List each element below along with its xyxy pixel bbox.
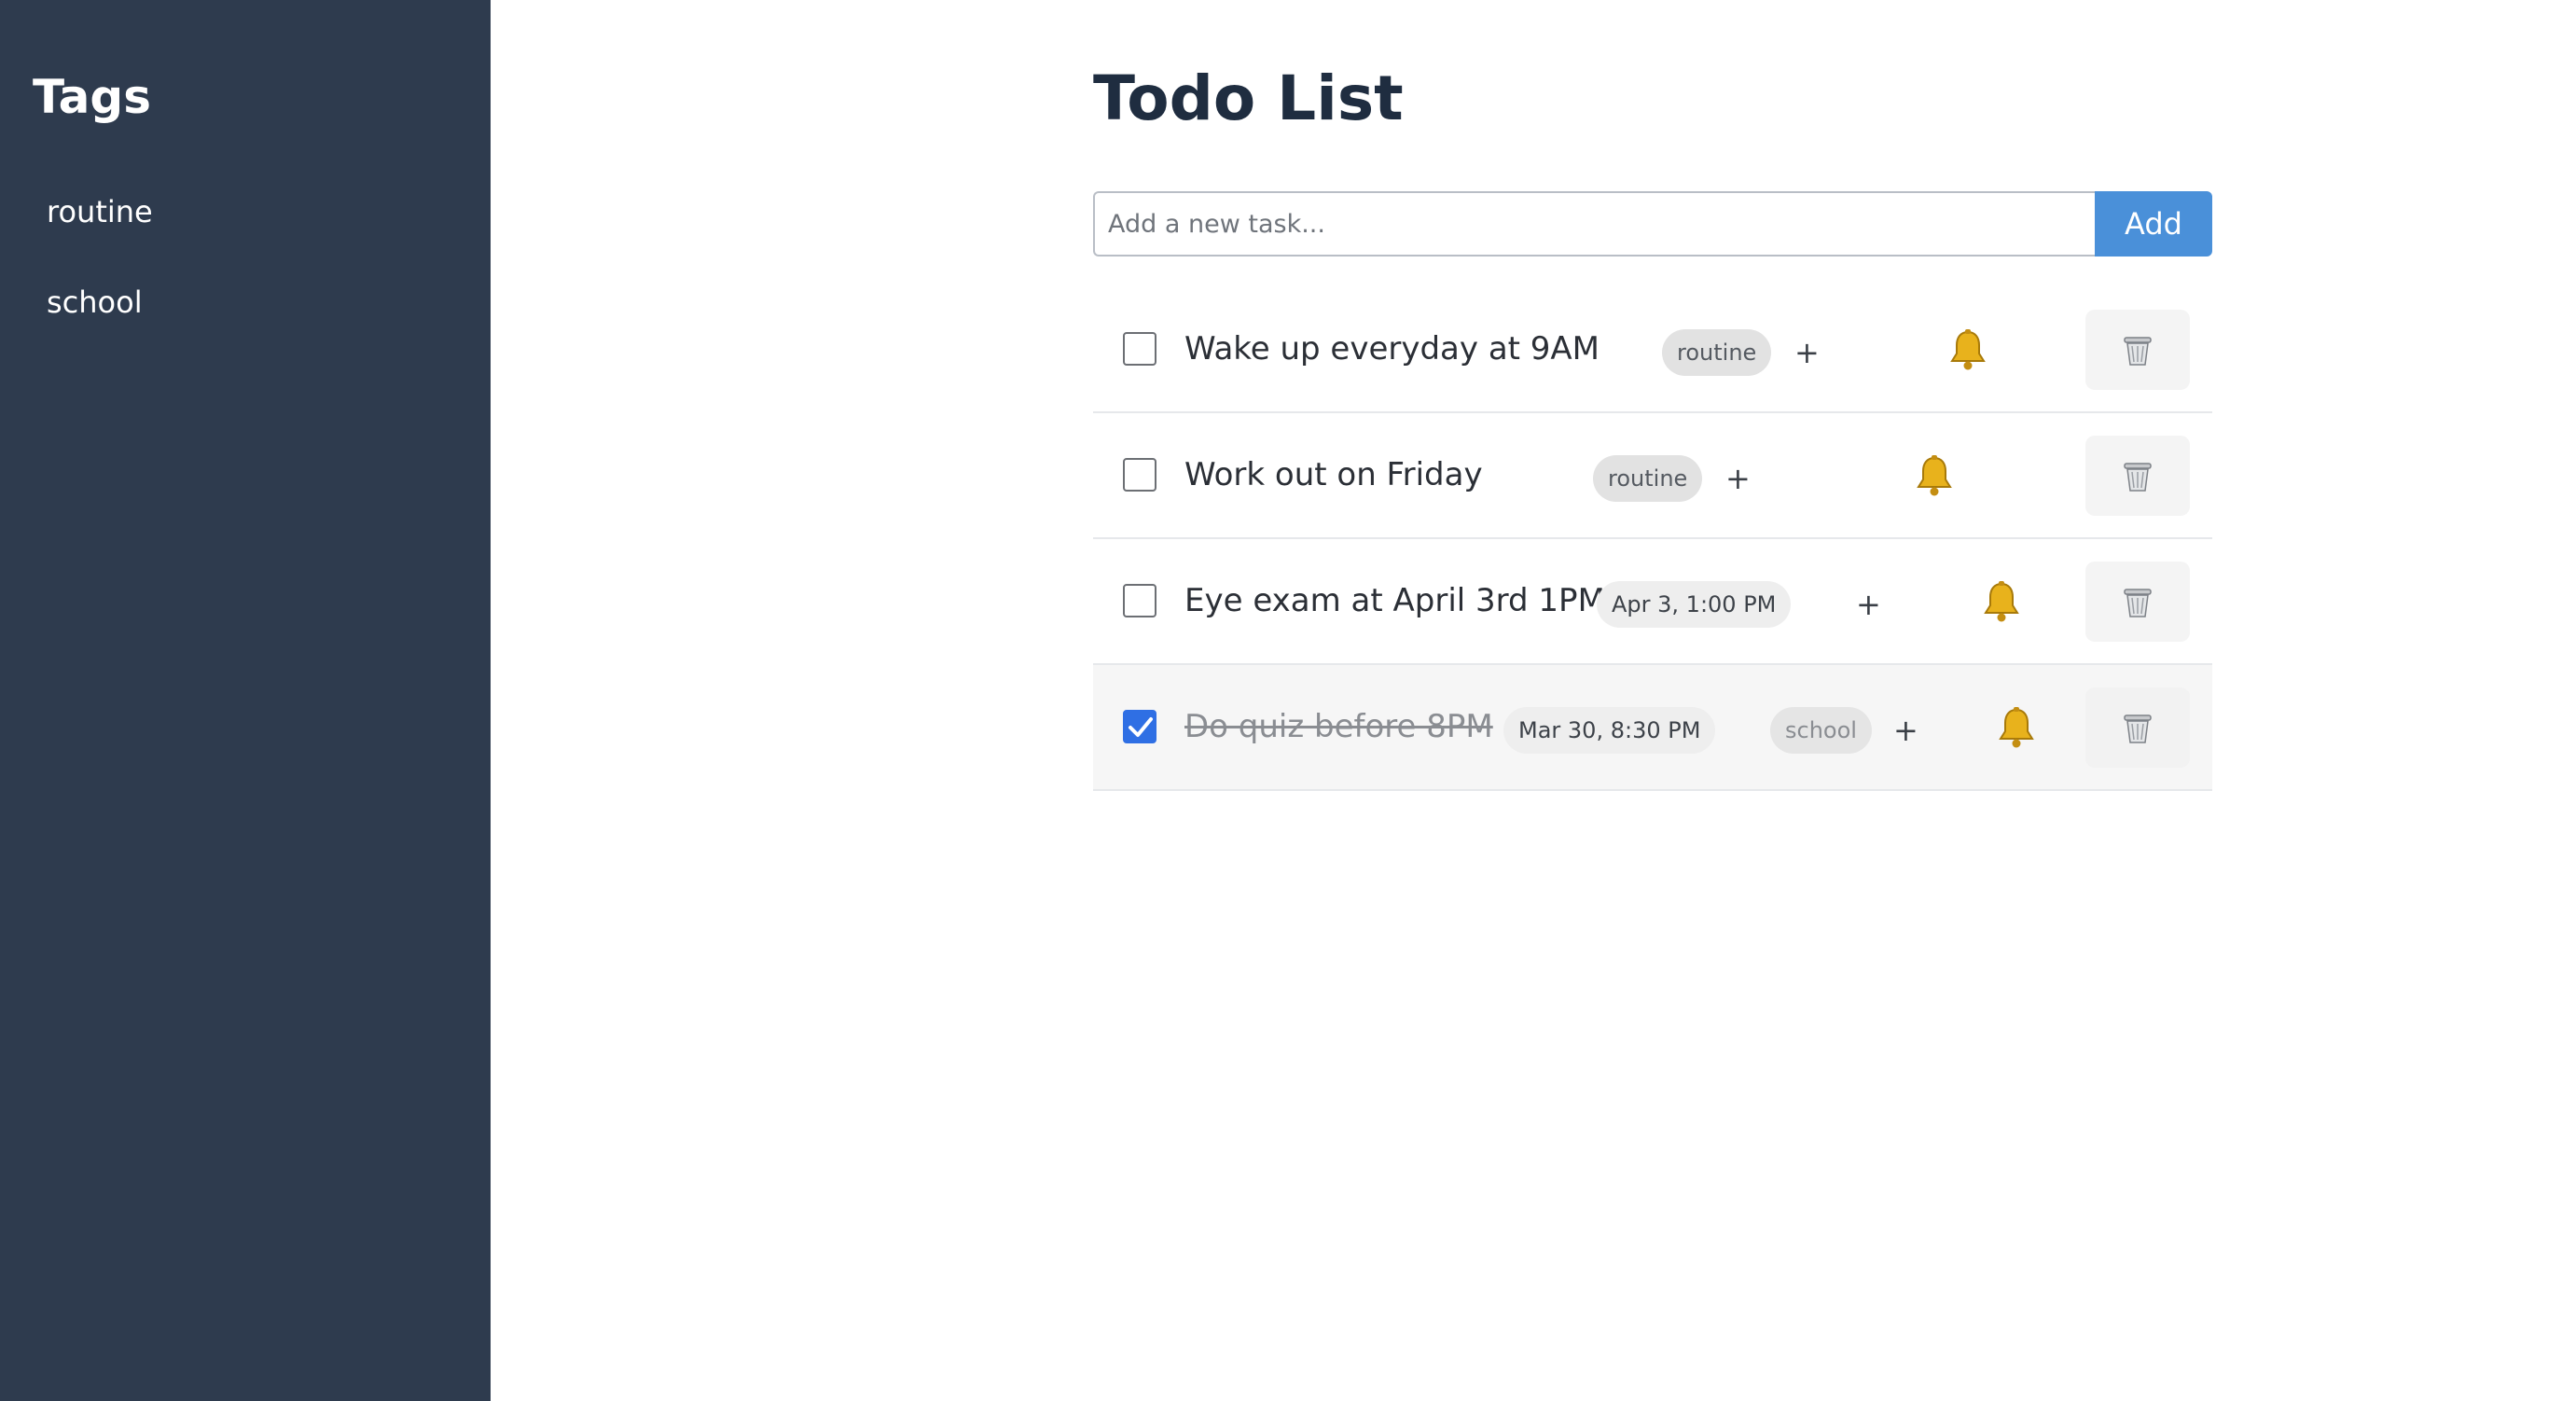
- task-checkbox[interactable]: [1123, 332, 1156, 366]
- task-tag-pill[interactable]: school: [1770, 707, 1872, 754]
- add-tag-button[interactable]: +: [1893, 710, 1918, 751]
- add-tag-button[interactable]: +: [1856, 584, 1881, 625]
- add-task-form: Add: [1093, 191, 2212, 257]
- bell-icon[interactable]: [1949, 328, 1987, 371]
- trash-icon: [2124, 337, 2152, 366]
- new-task-input[interactable]: [1093, 191, 2097, 257]
- delete-task-button[interactable]: [2085, 562, 2190, 642]
- delete-task-button[interactable]: [2085, 310, 2190, 390]
- bell-icon[interactable]: [1983, 580, 2020, 623]
- task-checkbox[interactable]: [1123, 710, 1156, 743]
- task-row: Do quiz before 8PM Mar 30, 8:30 PM schoo…: [1093, 665, 2212, 791]
- task-text[interactable]: Work out on Friday: [1184, 454, 1483, 495]
- sidebar-tag-school[interactable]: school: [47, 282, 143, 323]
- task-checkbox[interactable]: [1123, 584, 1156, 617]
- tags-sidebar: Tags routine school: [0, 0, 491, 1401]
- trash-icon: [2124, 589, 2152, 617]
- task-row: Eye exam at April 3rd 1PM Apr 3, 1:00 PM…: [1093, 539, 2212, 665]
- task-checkbox[interactable]: [1123, 458, 1156, 492]
- bell-icon[interactable]: [1916, 454, 1953, 497]
- checkmark-icon: [1129, 717, 1153, 737]
- delete-task-button[interactable]: [2085, 436, 2190, 516]
- task-text[interactable]: Do quiz before 8PM: [1184, 706, 1493, 747]
- delete-task-button[interactable]: [2085, 687, 2190, 768]
- add-tag-button[interactable]: +: [1725, 458, 1751, 499]
- add-task-button[interactable]: Add: [2095, 191, 2212, 257]
- task-text[interactable]: Eye exam at April 3rd 1PM: [1184, 580, 1605, 621]
- page-title: Todo List: [1093, 62, 1404, 134]
- task-tag-pill[interactable]: routine: [1662, 329, 1772, 376]
- task-text[interactable]: Wake up everyday at 9AM: [1184, 328, 1600, 369]
- add-tag-button[interactable]: +: [1794, 332, 1820, 373]
- task-due-date[interactable]: Mar 30, 8:30 PM: [1503, 707, 1716, 754]
- trash-icon: [2124, 463, 2152, 492]
- task-list: Wake up everyday at 9AM routine + Work o…: [1093, 287, 2212, 791]
- sidebar-tag-routine[interactable]: routine: [47, 191, 153, 232]
- task-tag-pill[interactable]: routine: [1593, 455, 1703, 502]
- trash-icon: [2124, 714, 2152, 743]
- bell-icon[interactable]: [1998, 706, 2035, 749]
- sidebar-title: Tags: [33, 70, 151, 124]
- todo-app: Tags routine school Todo List Add Wake u…: [0, 0, 2576, 1401]
- task-row: Wake up everyday at 9AM routine +: [1093, 287, 2212, 413]
- task-row: Work out on Friday routine +: [1093, 413, 2212, 539]
- task-due-date[interactable]: Apr 3, 1:00 PM: [1597, 581, 1792, 628]
